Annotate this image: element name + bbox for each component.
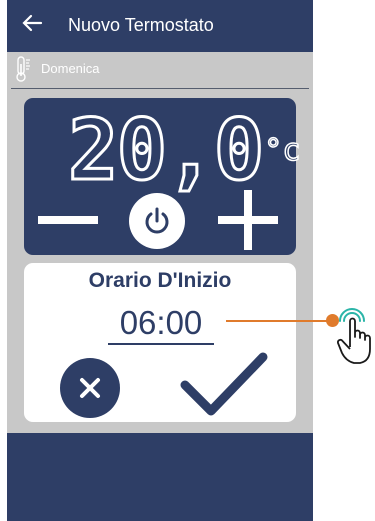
start-time-title: Orario D'Inizio bbox=[88, 269, 232, 292]
cancel-button[interactable] bbox=[60, 358, 120, 418]
power-icon bbox=[145, 207, 169, 234]
divider bbox=[11, 88, 309, 89]
power-button[interactable] bbox=[129, 193, 185, 249]
decrease-temperature-button[interactable] bbox=[38, 216, 98, 224]
start-time-panel: Orario D'Inizio 06:00 bbox=[24, 263, 296, 422]
checkmark-icon bbox=[180, 352, 268, 416]
day-row: Domenica bbox=[7, 52, 313, 86]
tap-gesture-icon bbox=[337, 308, 371, 364]
increase-temperature-button[interactable] bbox=[218, 190, 278, 250]
temperature-value: 20,0 bbox=[66, 101, 265, 199]
phone-screen: Nuovo Termostato Domenica 20,0 °c Orario… bbox=[7, 0, 313, 521]
temperature-unit: °c bbox=[264, 133, 302, 168]
temperature-panel: 20,0 °c bbox=[24, 98, 301, 255]
confirm-button[interactable] bbox=[179, 349, 269, 419]
bottom-bar bbox=[7, 433, 313, 521]
page-title: Nuovo Termostato bbox=[68, 15, 214, 35]
temperature-display: 20,0 °c bbox=[66, 101, 302, 199]
day-label: Domenica bbox=[41, 61, 100, 76]
plus-icon-vertical bbox=[244, 190, 252, 250]
callout-line bbox=[226, 320, 329, 322]
back-arrow-icon[interactable] bbox=[21, 12, 45, 36]
start-time-field[interactable]: 06:00 bbox=[108, 303, 214, 345]
close-icon bbox=[80, 378, 100, 398]
app-bar: Nuovo Termostato bbox=[7, 0, 313, 52]
thermometer-icon bbox=[16, 56, 30, 82]
